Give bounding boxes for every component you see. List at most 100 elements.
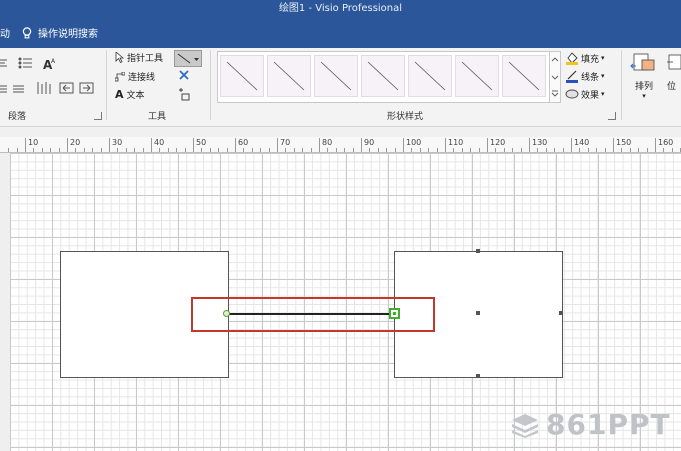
- shape-style-7[interactable]: [502, 55, 546, 97]
- dropdown-arrow-icon: ▾: [601, 90, 605, 98]
- ruler-tick: [151, 138, 152, 152]
- ruler-label: 130: [532, 138, 548, 147]
- line-tool-dropdown[interactable]: [174, 50, 202, 67]
- justify-icon[interactable]: [0, 85, 24, 93]
- ruler-tick: [167, 148, 169, 152]
- effects-icon: [565, 89, 579, 99]
- shape-styles-group-label: 形状样式: [387, 112, 424, 122]
- ruler-label: 160: [658, 138, 674, 147]
- ruler-tick: [319, 138, 320, 152]
- shape-style-1[interactable]: [220, 55, 264, 97]
- connector-line[interactable]: [228, 313, 395, 315]
- ruler-tick: [579, 148, 581, 152]
- decrease-indent-icon[interactable]: [59, 82, 74, 94]
- text-tool-button[interactable]: A 文本: [115, 88, 145, 101]
- selection-handle-bottom[interactable]: [476, 374, 480, 378]
- arrange-button[interactable]: 排列 ▾: [630, 52, 658, 102]
- tell-me-search[interactable]: 操作说明搜索: [22, 25, 98, 40]
- ruler-tick: [33, 148, 35, 152]
- svg-text:A: A: [51, 58, 56, 65]
- paragraph-launcher-icon[interactable]: [94, 112, 102, 120]
- ruler-tick: [285, 148, 287, 152]
- ruler-label: 120: [490, 138, 506, 147]
- shape-style-2[interactable]: [267, 55, 311, 97]
- connector-start-point[interactable]: [223, 310, 230, 317]
- shape-style-4[interactable]: [361, 55, 405, 97]
- ruler-tick: [394, 148, 396, 152]
- ruler-tick: [251, 148, 253, 152]
- ruler-label: 100: [406, 138, 422, 147]
- ruler-tick: [671, 148, 673, 152]
- line-button[interactable]: 线条 ▾: [565, 69, 605, 83]
- ruler-tick: [335, 148, 337, 152]
- ruler-tick: [503, 148, 505, 152]
- shape-styles-launcher-icon[interactable]: [608, 112, 616, 120]
- ruler-tick: [67, 138, 68, 152]
- ribbon: A A 段落 指针工具 连接线 A 文本 工具 填充 ▾ 线条 ▾ 效果 ▾ 形…: [0, 48, 681, 127]
- shape-style-5[interactable]: [408, 55, 452, 97]
- pointer-tool-button[interactable]: 指针工具: [115, 51, 163, 64]
- font-size-icon[interactable]: A A: [43, 58, 56, 72]
- connector-end-glue-point[interactable]: [389, 308, 400, 319]
- connector-tool-button[interactable]: 连接线: [115, 70, 155, 83]
- selection-handle-top[interactable]: [476, 249, 480, 253]
- ruler-tick: [621, 148, 623, 152]
- ruler-tick: [461, 148, 463, 152]
- text-tool-label: 文本: [126, 91, 145, 101]
- pointer-arrow-icon: [115, 52, 124, 63]
- ruler-label: 70: [280, 138, 291, 147]
- group-separator: [210, 50, 211, 120]
- align-left-icon[interactable]: [0, 59, 7, 67]
- ruler-tick: [596, 148, 598, 152]
- ruler-tick: [293, 148, 295, 152]
- horizontal-ruler[interactable]: 10 20 30 40 50 60 70 80 90 100 110 120 130 140 150 160: [0, 137, 681, 153]
- position-label: 位: [667, 82, 677, 92]
- ruler-tick: [436, 148, 438, 152]
- close-x-icon[interactable]: [178, 69, 190, 81]
- ruler-tick: [268, 148, 270, 152]
- selection-handle-right[interactable]: [559, 311, 563, 315]
- fill-button[interactable]: 填充 ▾: [565, 51, 605, 65]
- increase-indent-icon[interactable]: [79, 82, 94, 94]
- ruler-label: 60: [238, 138, 249, 147]
- ruler-label: 10: [28, 138, 39, 147]
- ruler-tick: [134, 148, 136, 152]
- effects-button[interactable]: 效果 ▾: [565, 87, 605, 101]
- gallery-scroll[interactable]: [549, 51, 561, 103]
- watermark-text: 861PPT: [546, 408, 671, 441]
- shape-style-3[interactable]: [314, 55, 358, 97]
- ruler-tick: [92, 148, 94, 152]
- ruler-tick: [587, 148, 589, 152]
- fill-label: 填充: [581, 54, 600, 65]
- ruler-label: 80: [322, 138, 333, 147]
- ruler-label: 150: [616, 138, 632, 147]
- shape-style-6[interactable]: [455, 55, 499, 97]
- ruler-tick: [109, 138, 110, 152]
- dropdown-arrow-icon: ▾: [642, 92, 646, 100]
- ruler-tick: [604, 148, 606, 152]
- ruler-label: 30: [112, 138, 123, 147]
- ruler-tick: [478, 148, 480, 152]
- lightbulb-icon: [22, 26, 32, 38]
- ruler-tick: [117, 148, 119, 152]
- ruler-tick: [638, 148, 640, 152]
- bullet-list-icon[interactable]: [18, 57, 32, 69]
- ruler-tick: [310, 148, 312, 152]
- text-direction-icon[interactable]: [37, 82, 51, 94]
- gallery-scroll-arrows-icon: [551, 57, 559, 97]
- line-label: 线条: [581, 72, 600, 83]
- ruler-tick: [16, 148, 18, 152]
- ruler-tick: [218, 148, 220, 152]
- ruler-label: 140: [574, 138, 590, 147]
- ruler-tick: [50, 148, 52, 152]
- ruler-gap: [0, 127, 681, 137]
- ruler-tick: [571, 138, 572, 152]
- selection-handle-center[interactable]: [476, 311, 480, 315]
- ruler-tick: [411, 148, 413, 152]
- ruler-tick: [277, 138, 278, 152]
- position-button[interactable]: 位: [663, 52, 681, 102]
- ruler-tick: [125, 148, 127, 152]
- ruler-tick: [403, 138, 404, 152]
- connection-point-icon[interactable]: [177, 87, 191, 101]
- ribbon-tab-partial[interactable]: 动: [0, 25, 10, 40]
